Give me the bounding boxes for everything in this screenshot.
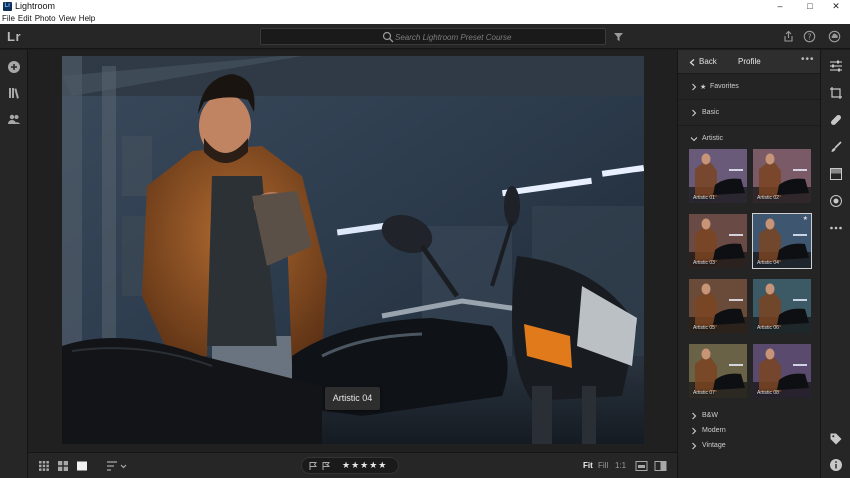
zoom-1-1[interactable]: 1:1	[615, 461, 626, 470]
back-button[interactable]: Back	[699, 57, 717, 66]
photo-image	[62, 56, 644, 444]
left-rail	[0, 50, 28, 478]
section-vintage[interactable]: Vintage	[678, 439, 821, 454]
library-icon[interactable]	[7, 86, 21, 100]
linear-gradient-icon[interactable]	[829, 167, 843, 181]
chevron-right-icon	[692, 412, 697, 420]
favorites-label: Favorites	[710, 83, 739, 90]
chevron-right-icon	[692, 83, 697, 91]
menu-photo[interactable]: Photo	[35, 13, 56, 24]
section-artistic[interactable]: Artistic	[678, 128, 821, 148]
chevron-right-icon	[692, 109, 697, 117]
menu-edit[interactable]: Edit	[18, 13, 32, 24]
flag-rating-bar: ★★★★★	[301, 457, 399, 474]
favorites-star-icon: ★	[700, 84, 707, 91]
edit-tools-rail	[820, 50, 850, 478]
window-title: Lightroom	[15, 1, 56, 11]
minimize-button[interactable]: –	[766, 0, 794, 13]
basic-label: Basic	[702, 109, 720, 116]
svg-text:?: ?	[807, 32, 811, 41]
thumb-label: Artistic 05	[693, 325, 715, 331]
thumb-label: Artistic 08	[757, 390, 779, 396]
crop-icon[interactable]	[829, 86, 843, 100]
top-toolbar: Lr ?	[0, 24, 850, 49]
compare-icon[interactable]	[635, 460, 648, 472]
profile-panel-header: Back Profile •••	[678, 50, 821, 74]
profile-tooltip: Artistic 04	[325, 387, 380, 410]
thumb-label: Artistic 06	[757, 325, 779, 331]
bottom-toolbar: ★★★★★ Fit Fill 1:1	[28, 452, 677, 478]
brush-icon[interactable]	[829, 140, 843, 154]
chevron-left-icon	[689, 59, 695, 66]
thumb-label: Artistic 07	[693, 390, 715, 396]
help-icon[interactable]: ?	[803, 30, 816, 43]
people-icon[interactable]	[7, 112, 21, 126]
artistic-label: Artistic	[702, 135, 723, 142]
search-box[interactable]	[260, 28, 606, 45]
more-options-button[interactable]: •••	[801, 54, 815, 65]
radial-gradient-icon[interactable]	[829, 194, 843, 208]
chevron-down-icon	[690, 137, 698, 142]
single-view-icon[interactable]	[76, 460, 88, 472]
search-icon	[382, 31, 394, 43]
profile-thumb-artistic-02[interactable]: Artistic 02	[753, 149, 811, 203]
search-input[interactable]	[395, 30, 595, 44]
profile-thumb-artistic-06[interactable]: Artistic 06	[753, 279, 811, 333]
thumb-label: Artistic 03	[693, 260, 715, 266]
thumb-label: Artistic 01	[693, 195, 715, 201]
panel-title: Profile	[738, 57, 761, 66]
section-bw[interactable]: B&W	[678, 409, 821, 424]
grid-small-icon[interactable]	[38, 460, 50, 472]
zoom-fit[interactable]: Fit	[583, 461, 593, 470]
section-modern[interactable]: Modern	[678, 424, 821, 439]
main-photo[interactable]	[62, 56, 644, 444]
lightroom-app-icon: Lr	[3, 2, 12, 11]
star-rating[interactable]: ★★★★★	[342, 460, 387, 471]
pick-flag-icon[interactable]	[308, 461, 318, 471]
profile-thumb-artistic-07[interactable]: Artistic 07	[689, 344, 747, 398]
chevron-right-icon	[692, 442, 697, 450]
photo-canvas: Artistic 04	[28, 50, 677, 452]
profile-thumb-artistic-05[interactable]: Artistic 05	[689, 279, 747, 333]
tag-icon[interactable]	[829, 432, 843, 446]
sort-icon[interactable]	[106, 460, 128, 472]
thumb-label: Artistic 04	[757, 260, 779, 266]
info-icon[interactable]	[829, 458, 843, 472]
section-basic[interactable]: Basic	[678, 102, 821, 126]
vintage-label: Vintage	[702, 442, 726, 449]
share-icon[interactable]	[782, 30, 795, 43]
healing-icon[interactable]	[829, 113, 843, 127]
more-tools-icon[interactable]	[829, 221, 843, 235]
reject-flag-icon[interactable]	[321, 461, 331, 471]
lr-logo: Lr	[7, 29, 21, 44]
window-titlebar: Lr Lightroom – □ ✕	[0, 0, 850, 13]
before-after-icon[interactable]	[654, 460, 667, 472]
add-photos-icon[interactable]	[7, 60, 21, 74]
profile-thumb-artistic-03[interactable]: Artistic 03	[689, 214, 747, 268]
profile-thumb-artistic-01[interactable]: Artistic 01	[689, 149, 747, 203]
cloud-icon[interactable]	[828, 30, 841, 43]
section-favorites[interactable]: ★ Favorites	[678, 76, 821, 100]
menu-file[interactable]: File	[2, 13, 15, 24]
maximize-button[interactable]: □	[796, 0, 824, 13]
edit-sliders-icon[interactable]	[829, 59, 843, 73]
favorite-star-icon[interactable]: ★	[803, 215, 808, 222]
bw-label: B&W	[702, 412, 718, 419]
menu-bar: File Edit Photo View Help	[0, 13, 850, 24]
profile-thumb-artistic-08[interactable]: Artistic 08	[753, 344, 811, 398]
profile-panel: Back Profile ••• ★ Favorites Basic Artis…	[677, 50, 821, 478]
menu-view[interactable]: View	[59, 13, 76, 24]
menu-help[interactable]: Help	[79, 13, 95, 24]
filter-icon[interactable]	[612, 30, 625, 43]
chevron-right-icon	[692, 427, 697, 435]
thumb-label: Artistic 02	[757, 195, 779, 201]
grid-large-icon[interactable]	[57, 460, 69, 472]
zoom-fill[interactable]: Fill	[598, 461, 608, 470]
close-button[interactable]: ✕	[822, 0, 850, 13]
profile-thumb-artistic-04[interactable]: ★ Artistic 04	[752, 213, 812, 269]
modern-label: Modern	[702, 427, 726, 434]
